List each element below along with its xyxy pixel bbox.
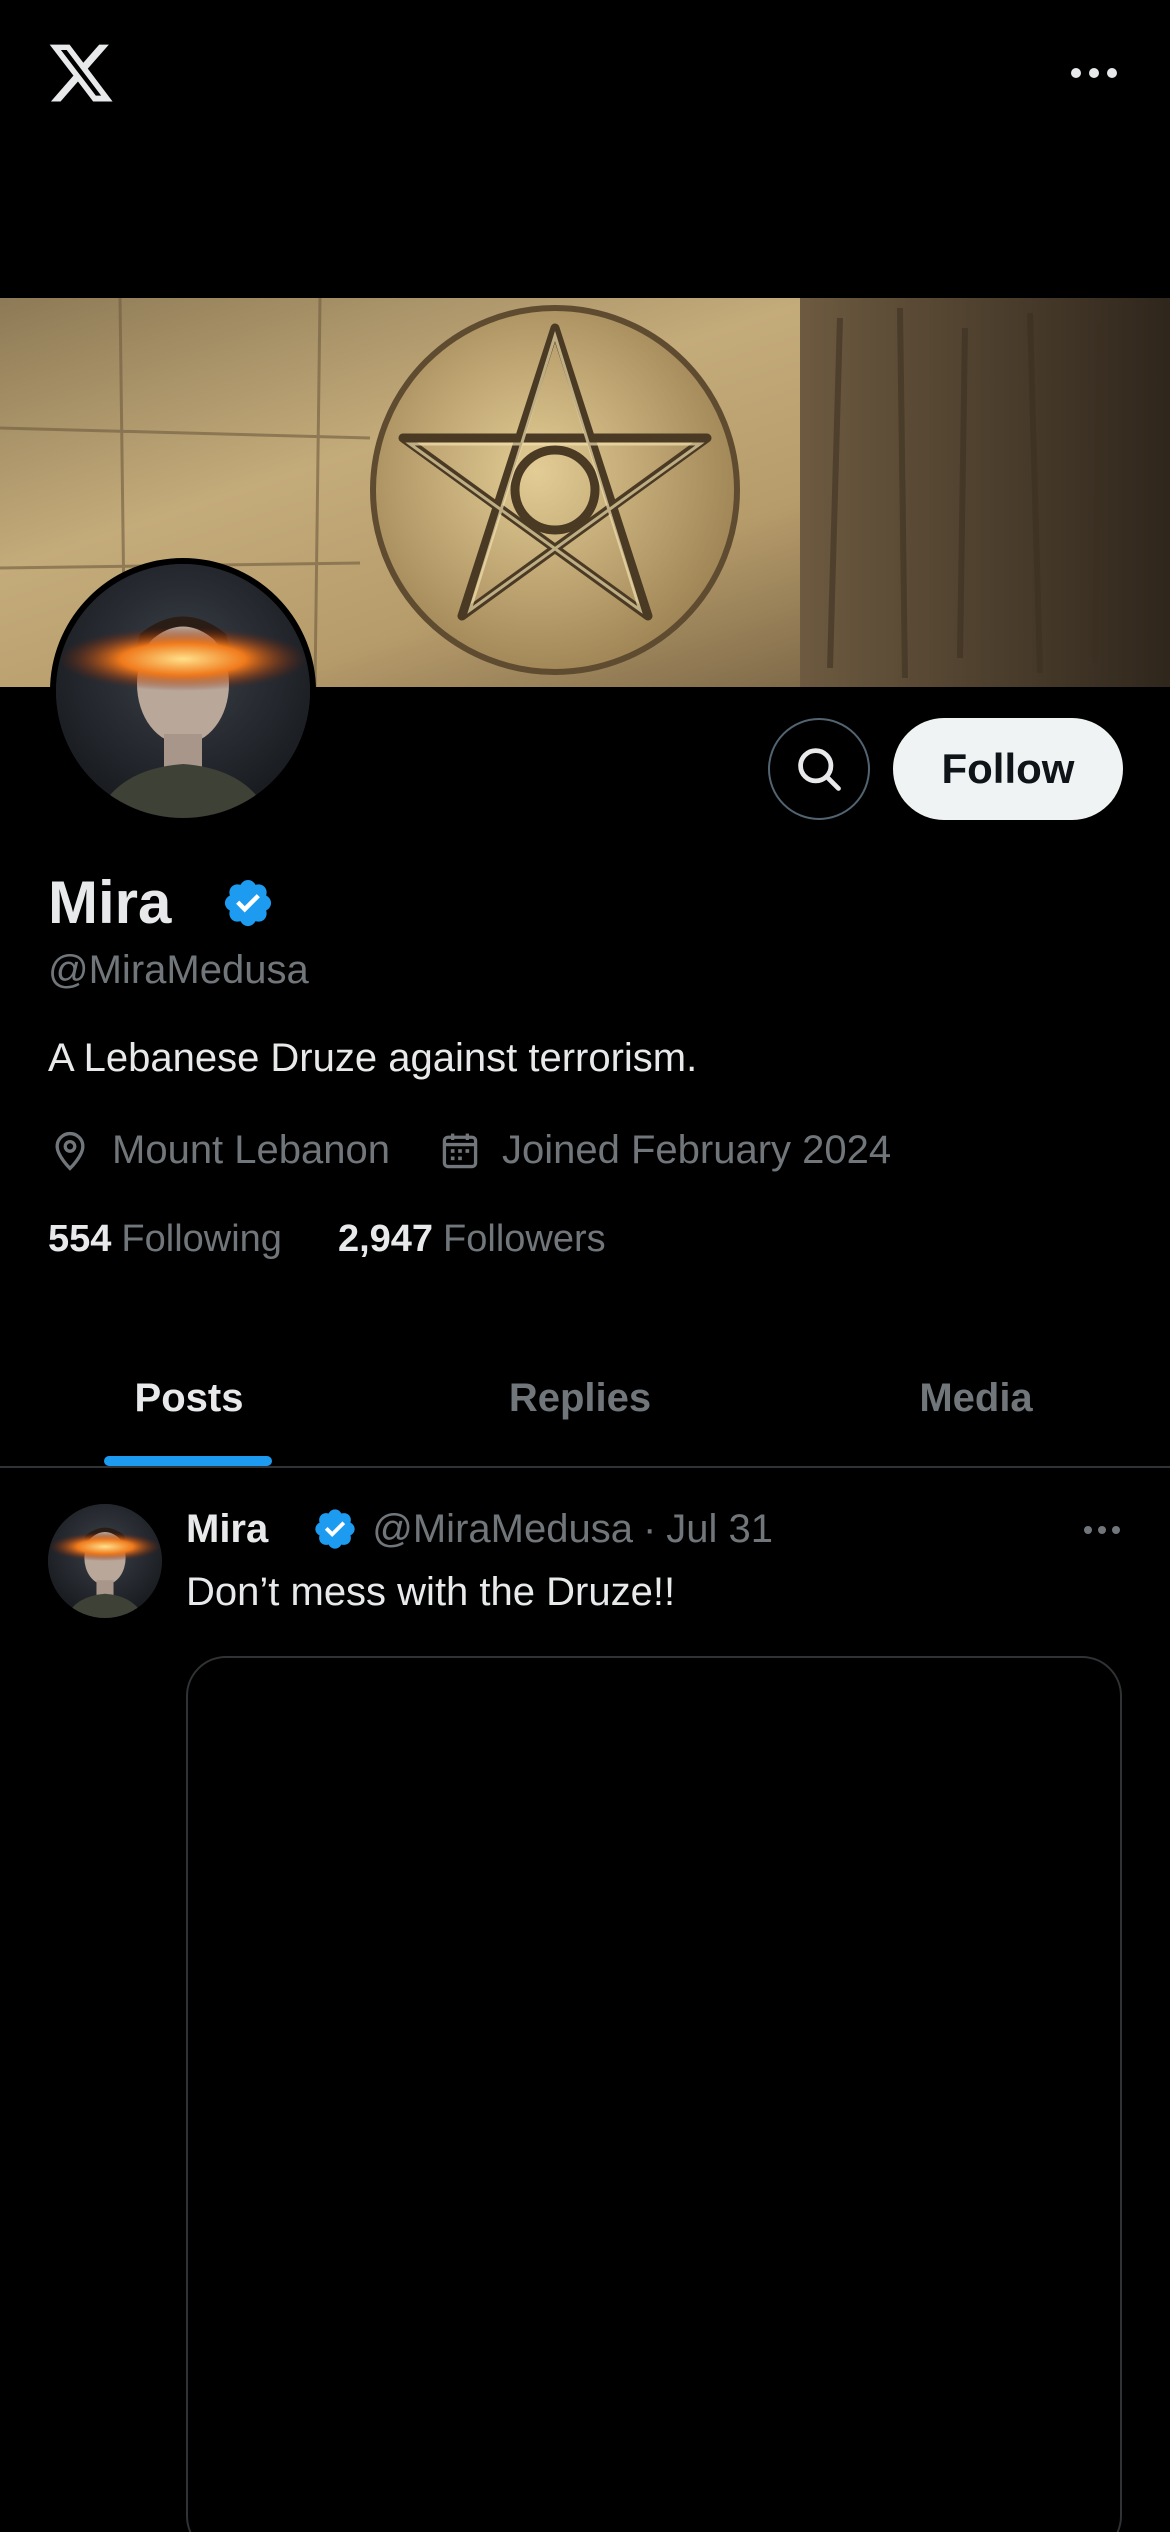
verified-badge-icon[interactable] <box>312 1506 358 1552</box>
post-text: Don’t mess with the Druze!! <box>186 1570 676 1614</box>
post-media[interactable] <box>186 1656 1122 2532</box>
more-horizontal-icon <box>1084 1526 1092 1534</box>
location-text: Mount Lebanon <box>112 1128 391 1172</box>
profile-handle: @MiraMedusa <box>48 948 309 992</box>
x-logo-icon[interactable] <box>46 38 116 108</box>
following-label: Following <box>121 1218 282 1260</box>
post-header: Mira @MiraMedusa · Jul 31 <box>186 1506 773 1552</box>
post-date[interactable]: Jul 31 <box>666 1507 773 1552</box>
profile-meta: Mount Lebanon Joined February 2024 <box>48 1128 939 1173</box>
followers-stat[interactable]: 2,947 Followers <box>338 1218 606 1261</box>
search-profile-button[interactable] <box>768 718 870 820</box>
tab-posts-label: Posts <box>134 1375 244 1420</box>
post[interactable]: Mira @MiraMedusa · Jul 31 Don’t mess wit… <box>0 1470 1170 2532</box>
tab-posts[interactable]: Posts <box>0 1330 378 1466</box>
dot <box>1098 1526 1106 1534</box>
following-stat[interactable]: 554 Following <box>48 1218 282 1261</box>
tab-media[interactable]: Media <box>782 1330 1170 1466</box>
more-options-button[interactable] <box>1064 48 1124 98</box>
post-author-name[interactable]: Mira <box>186 1507 268 1552</box>
post-author-handle[interactable]: @MiraMedusa <box>372 1507 633 1552</box>
dot <box>1112 1526 1120 1534</box>
post-separator: · <box>642 1506 657 1551</box>
location-pin-icon <box>55 1131 85 1171</box>
follow-button[interactable]: Follow <box>893 718 1123 820</box>
location-item: Mount Lebanon <box>48 1128 390 1173</box>
verified-badge-icon[interactable] <box>221 876 275 930</box>
search-icon <box>798 748 841 791</box>
followers-count: 2,947 <box>337 1218 434 1260</box>
name-row: Mira <box>48 868 275 937</box>
profile-bio: A Lebanese Druze against terrorism. <box>48 1036 698 1080</box>
post-more-button[interactable] <box>1084 1526 1120 1534</box>
following-count: 554 <box>48 1218 112 1260</box>
post-avatar[interactable] <box>48 1504 162 1618</box>
display-name: Mira <box>48 869 172 936</box>
top-bar <box>0 0 1170 150</box>
follow-stats: 554 Following 2,947 Followers <box>48 1218 662 1261</box>
followers-label: Followers <box>443 1218 606 1260</box>
joined-text: Joined February 2024 <box>502 1128 892 1172</box>
active-tab-indicator <box>104 1456 272 1466</box>
tab-replies[interactable]: Replies <box>378 1330 782 1466</box>
tab-media-label: Media <box>919 1375 1033 1420</box>
tab-replies-label: Replies <box>508 1375 652 1420</box>
profile-page: Follow Mira @MiraMedusa A Lebanese Druze… <box>0 0 1170 2532</box>
calendar-icon <box>442 1133 478 1168</box>
dot <box>1089 68 1099 78</box>
more-horizontal-icon <box>1071 68 1081 78</box>
joined-item: Joined February 2024 <box>438 1128 891 1173</box>
dot <box>1107 68 1117 78</box>
profile-avatar[interactable] <box>50 558 316 824</box>
profile-tabs: Posts Replies Media <box>0 1330 1170 1468</box>
